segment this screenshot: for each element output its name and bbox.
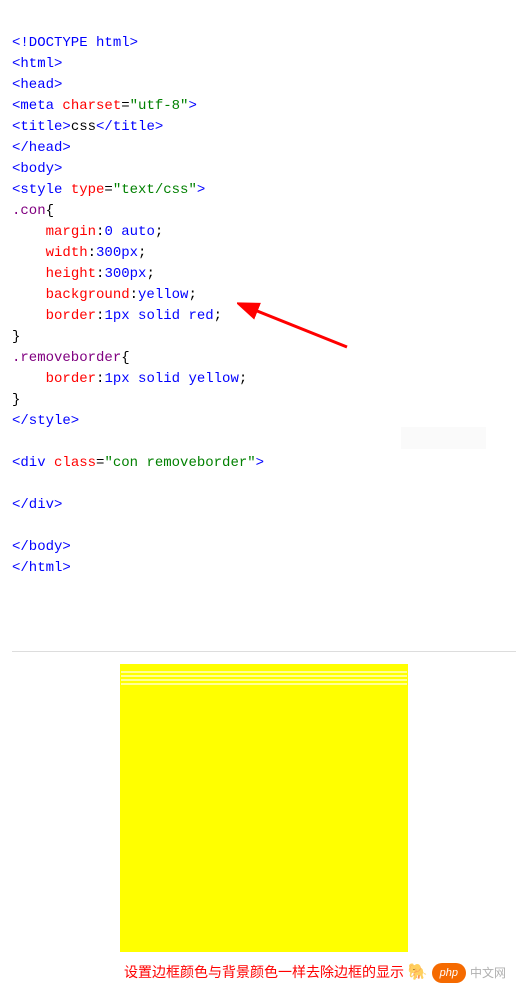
- demo-area: [12, 664, 516, 952]
- watermark: 🐘 php 中文网: [408, 961, 506, 985]
- code-div-close: </div>: [12, 497, 62, 513]
- selector-con: .con: [12, 203, 46, 219]
- code-style-close: </style>: [12, 413, 79, 429]
- annotation-arrow-icon: [237, 297, 357, 357]
- section-divider: [12, 651, 516, 652]
- code-doctype: <!DOCTYPE html: [12, 35, 130, 51]
- code-head-close: </head>: [12, 140, 71, 156]
- elephant-icon: 🐘: [408, 961, 428, 985]
- code-head-open: <head>: [12, 77, 62, 93]
- code-body-close: </body>: [12, 539, 71, 555]
- code-html-close: </html>: [12, 560, 71, 576]
- watermark-cn: 中文网: [470, 964, 506, 982]
- selector-removeborder: .removeborder: [12, 350, 121, 366]
- caption-row: 设置边框颜色与背景颜色一样去除边框的显示 🐘 php 中文网: [12, 962, 516, 983]
- caption-text: 设置边框颜色与背景颜色一样去除边框的显示: [124, 962, 404, 983]
- yellow-box-demo: [120, 664, 408, 952]
- code-block: <!DOCTYPE html> <html> <head> <meta char…: [12, 12, 516, 621]
- code-html-open: <html>: [12, 56, 62, 72]
- php-badge: php: [432, 963, 466, 984]
- gray-patch: [401, 427, 486, 449]
- code-body-open: <body>: [12, 161, 62, 177]
